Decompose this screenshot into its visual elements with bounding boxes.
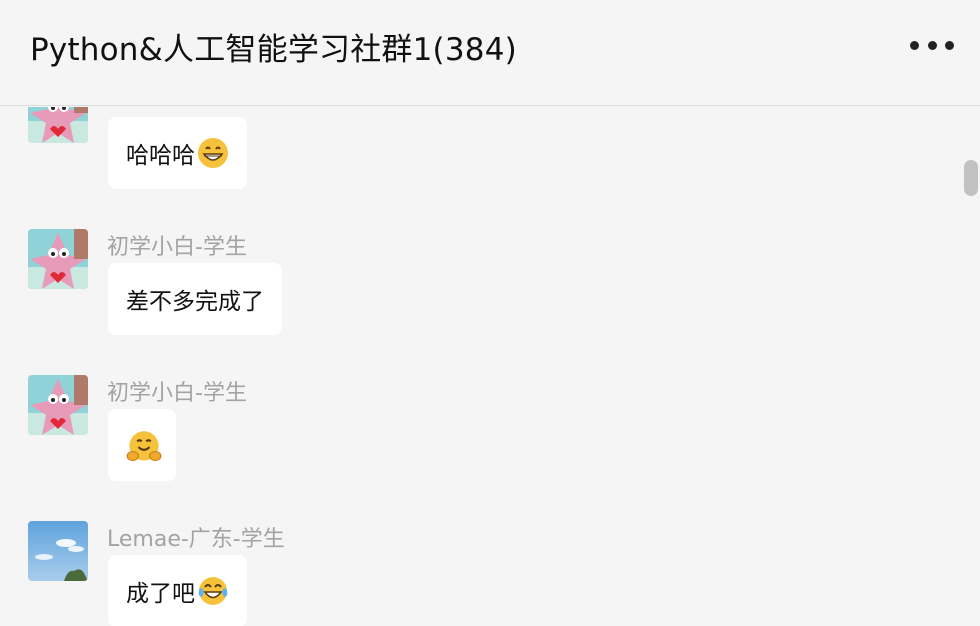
message-item: Lemae-广东-学生 成了吧: [0, 519, 940, 626]
chat-header: Python&人工智能学习社群1(384): [0, 0, 980, 106]
chat-title: Python&人工智能学习社群1(384): [30, 32, 517, 68]
scrollbar-thumb[interactable]: [964, 160, 978, 196]
tears-of-joy-emoji: [197, 575, 229, 607]
sender-name: 初学小白-学生: [107, 235, 247, 260]
more-dots-icon: [927, 40, 937, 50]
message-item: 初学小白-学生 差不多完成了: [0, 227, 940, 337]
message-bubble[interactable]: 差不多完成了: [108, 263, 282, 335]
message-item: 哈哈哈: [0, 107, 940, 197]
more-options-button[interactable]: [910, 30, 954, 60]
message-item: 初学小白-学生: [0, 373, 940, 483]
grinning-face-emoji: [197, 137, 229, 169]
patrick-star-avatar[interactable]: [28, 229, 88, 289]
sky-photo-avatar[interactable]: [28, 521, 88, 581]
message-list[interactable]: 哈哈哈 初学小白-学生 差不多完成了 初学小白-学生 Lemae-广东-学生 成…: [0, 107, 980, 626]
sender-name: 初学小白-学生: [107, 381, 247, 406]
hugging-face-emoji: [126, 429, 162, 462]
message-bubble[interactable]: 成了吧: [108, 555, 247, 626]
sender-name: Lemae-广东-学生: [107, 527, 285, 552]
message-text: 差不多完成了: [126, 289, 264, 315]
message-text: 成了吧: [126, 581, 195, 607]
patrick-star-avatar[interactable]: [28, 107, 88, 143]
more-dots-icon: [945, 40, 954, 50]
message-bubble[interactable]: [108, 409, 176, 481]
message-text: 哈哈哈: [126, 143, 195, 169]
message-bubble[interactable]: 哈哈哈: [108, 117, 247, 189]
patrick-star-avatar[interactable]: [28, 375, 88, 435]
more-dots-icon: [910, 40, 919, 50]
